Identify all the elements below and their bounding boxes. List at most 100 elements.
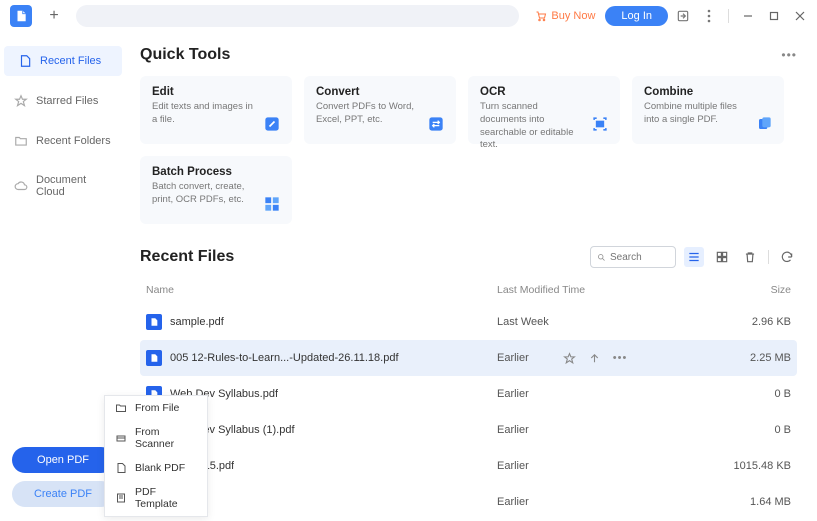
minimize-button[interactable] — [737, 5, 759, 27]
menu-item-label: From Scanner — [135, 426, 197, 450]
file-row[interactable]: 005 12-Rules-to-Learn...-Updated-26.11.1… — [140, 340, 797, 376]
tool-title: OCR — [480, 86, 608, 98]
tool-card-combine[interactable]: Combine Combine multiple files into a si… — [632, 76, 784, 144]
grid-view-button[interactable] — [712, 247, 732, 267]
tool-card-convert[interactable]: Convert Convert PDFs to Word, Excel, PPT… — [304, 76, 456, 144]
menu-item-from-file[interactable]: From File — [105, 396, 207, 420]
sidebar-item-label: Starred Files — [36, 95, 98, 107]
file-size: 1015.48 KB — [717, 460, 797, 472]
tool-title: Edit — [152, 86, 280, 98]
quick-tools-grid: Edit Edit texts and images in a file. Co… — [140, 76, 797, 224]
file-modified: Earlier — [497, 388, 529, 400]
content-area: Quick Tools ••• Edit Edit texts and imag… — [126, 32, 817, 521]
pdf-file-icon — [146, 350, 162, 366]
col-modified[interactable]: Last Modified Time — [497, 284, 717, 296]
login-label: Log In — [621, 10, 652, 22]
delete-button[interactable] — [740, 247, 760, 267]
menu-item-blank-pdf[interactable]: Blank PDF — [105, 456, 207, 480]
file-size: 0 B — [717, 424, 797, 436]
sidebar-item-label: Recent Files — [40, 55, 101, 67]
file-size: 1.64 MB — [717, 496, 797, 508]
titlebar: + Buy Now Log In — [0, 0, 817, 32]
cart-icon — [535, 10, 547, 22]
kebab-menu-icon[interactable] — [698, 5, 720, 27]
tool-desc: Edit texts and images in a file. — [152, 101, 280, 127]
file-icon — [18, 54, 32, 68]
search-input[interactable] — [610, 252, 669, 263]
create-pdf-label: Create PDF — [34, 488, 92, 500]
recent-files-title: Recent Files — [140, 248, 234, 266]
file-list: sample.pdfLast Week2.96 KB 005 12-Rules-t… — [140, 304, 797, 520]
tool-desc: Batch convert, create, print, OCR PDFs, … — [152, 181, 280, 207]
maximize-button[interactable] — [763, 5, 785, 27]
buy-now-link[interactable]: Buy Now — [529, 10, 601, 22]
file-modified: Earlier — [497, 460, 529, 472]
convert-icon — [426, 114, 446, 134]
tool-desc: Combine multiple files into a single PDF… — [644, 101, 772, 127]
menu-item-label: PDF Template — [135, 486, 197, 510]
col-name[interactable]: Name — [140, 284, 497, 296]
file-row[interactable]: Web Dev Syllabus.pdfEarlier0 B — [140, 376, 797, 412]
create-pdf-menu: From File From Scanner Blank PDF PDF Tem… — [104, 395, 208, 517]
menu-item-label: Blank PDF — [135, 462, 185, 474]
file-modified: Earlier — [497, 352, 529, 364]
file-size: 0 B — [717, 388, 797, 400]
sidebar-item-starred-files[interactable]: Starred Files — [0, 86, 126, 116]
sidebar-item-document-cloud[interactable]: Document Cloud — [0, 166, 126, 206]
open-pdf-button[interactable]: Open PDF — [12, 447, 114, 473]
new-tab-button[interactable]: + — [42, 4, 66, 28]
sidebar-item-recent-files[interactable]: Recent Files — [4, 46, 122, 76]
scanner-icon — [115, 432, 127, 444]
upload-icon[interactable] — [588, 352, 601, 365]
file-size: 2.25 MB — [717, 352, 797, 364]
folder-outline-icon — [115, 402, 127, 414]
tool-title: Combine — [644, 86, 772, 98]
sidebar: Recent Files Starred Files Recent Folder… — [0, 32, 126, 521]
refresh-button[interactable] — [777, 247, 797, 267]
quick-tools-more-icon[interactable]: ••• — [781, 48, 797, 62]
star-icon — [14, 94, 28, 108]
more-icon[interactable]: ••• — [613, 352, 628, 365]
col-size[interactable]: Size — [717, 284, 797, 296]
menu-item-from-scanner[interactable]: From Scanner — [105, 420, 207, 456]
pdf-file-icon — [146, 314, 162, 330]
cloud-icon — [14, 179, 28, 193]
divider — [768, 250, 769, 264]
tool-desc: Turn scanned documents into searchable o… — [480, 101, 608, 152]
file-row[interactable]: ook.pdfEarlier1.64 MB — [140, 484, 797, 520]
menu-item-label: From File — [135, 402, 179, 414]
edit-icon — [262, 114, 282, 134]
tool-card-ocr[interactable]: OCR Turn scanned documents into searchab… — [468, 76, 620, 144]
folder-icon — [14, 134, 28, 148]
template-icon — [115, 492, 127, 504]
batch-icon — [262, 194, 282, 214]
tool-card-edit[interactable]: Edit Edit texts and images in a file. — [140, 76, 292, 144]
file-name: 005 12-Rules-to-Learn...-Updated-26.11.1… — [170, 352, 399, 364]
divider — [728, 9, 729, 23]
app-logo — [10, 5, 32, 27]
star-icon[interactable] — [563, 352, 576, 365]
file-row[interactable]: Web Dev Syllabus (1).pdfEarlier0 B — [140, 412, 797, 448]
file-row[interactable]: ument 15.pdfEarlier1015.48 KB — [140, 448, 797, 484]
quick-tools-title: Quick Tools — [140, 46, 230, 64]
list-view-button[interactable] — [684, 247, 704, 267]
sidebar-item-label: Document Cloud — [36, 174, 112, 198]
ocr-icon — [590, 114, 610, 134]
menu-item-pdf-template[interactable]: PDF Template — [105, 480, 207, 516]
login-button[interactable]: Log In — [605, 6, 668, 26]
share-icon[interactable] — [672, 5, 694, 27]
tool-card-batch-process[interactable]: Batch Process Batch convert, create, pri… — [140, 156, 292, 224]
file-name: sample.pdf — [170, 316, 224, 328]
file-row[interactable]: sample.pdfLast Week2.96 KB — [140, 304, 797, 340]
tool-title: Batch Process — [152, 166, 280, 178]
address-bar[interactable] — [76, 5, 519, 27]
create-pdf-button[interactable]: Create PDF — [12, 481, 114, 507]
sidebar-item-recent-folders[interactable]: Recent Folders — [0, 126, 126, 156]
search-box[interactable] — [590, 246, 676, 268]
file-size: 2.96 KB — [717, 316, 797, 328]
tool-title: Convert — [316, 86, 444, 98]
combine-icon — [754, 114, 774, 134]
tool-desc: Convert PDFs to Word, Excel, PPT, etc. — [316, 101, 444, 127]
close-button[interactable] — [789, 5, 811, 27]
blank-file-icon — [115, 462, 127, 474]
